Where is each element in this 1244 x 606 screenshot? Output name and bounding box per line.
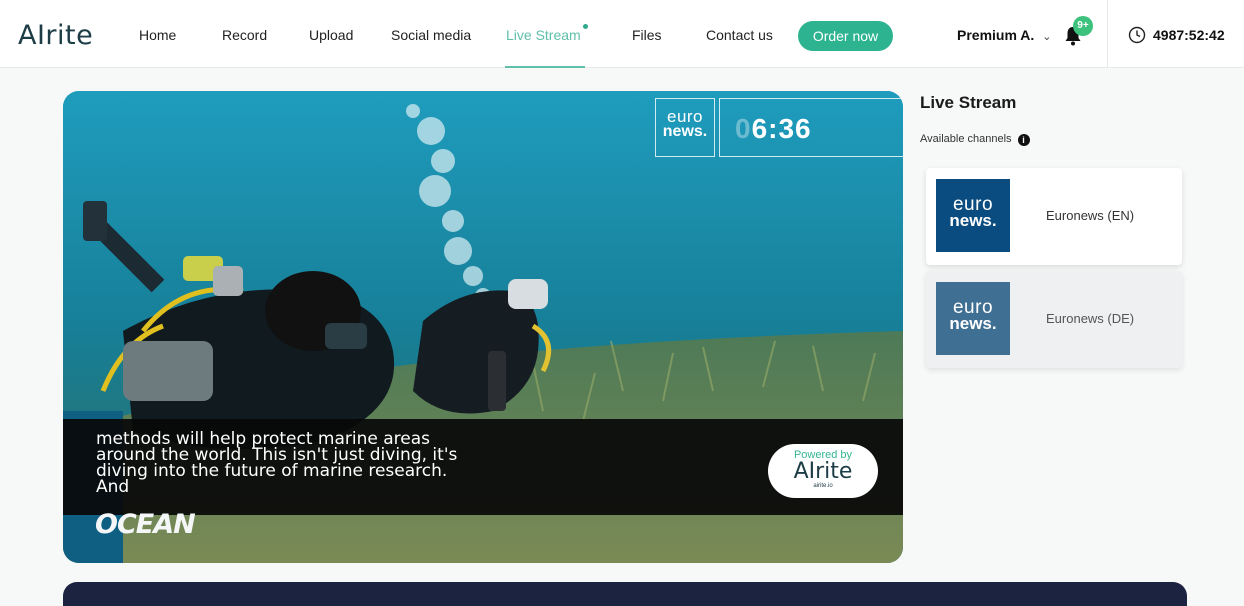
euronews-watermark: euro news. [655, 98, 715, 157]
available-channels-text: Available channels [920, 133, 1012, 145]
airite-logo[interactable]: AIrite [18, 20, 93, 51]
nav-live-stream-label: Live Stream [506, 27, 581, 43]
powered-by-url: airite.io [813, 483, 833, 489]
channel-name: Euronews (DE) [1046, 311, 1135, 326]
account-menu[interactable]: Premium A. ⌄ [957, 27, 1052, 43]
broadcast-clock-box: 06:36 [719, 98, 903, 157]
powered-by-badge[interactable]: Powered by AIrite airite.io [768, 444, 878, 498]
ocean-overlay-text: OCEAN [95, 509, 196, 540]
live-subtitles: methods will help protect marine areas a… [96, 431, 536, 497]
nav-home[interactable]: Home [139, 27, 176, 43]
nav-files[interactable]: Files [632, 27, 662, 43]
subtitle-line: And [96, 477, 130, 497]
nav-live-stream[interactable]: Live Stream [506, 24, 588, 43]
channel-name: Euronews (EN) [1046, 208, 1135, 223]
euronews-logo-thumbnail: euro news. [936, 282, 1010, 355]
nav-upload[interactable]: Upload [309, 27, 353, 43]
bottom-panel [63, 582, 1187, 606]
clock-icon [1128, 26, 1146, 44]
euronews-logo-thumbnail: euro news. [936, 179, 1010, 252]
channel-card-euronews-en[interactable]: euro news. Euronews (EN) [926, 168, 1182, 265]
watermark-line-1: euro [666, 107, 704, 126]
order-now-button[interactable]: Order now [798, 21, 893, 51]
top-navigation: AIrite Home Record Upload Social media L… [0, 0, 1244, 68]
chevron-down-icon: ⌄ [1042, 31, 1052, 43]
subtitle-line: diving into the future of marine researc… [96, 461, 448, 481]
live-indicator-dot [582, 24, 588, 29]
nav-social-media[interactable]: Social media [391, 27, 471, 43]
account-name: Premium A. [957, 27, 1035, 43]
nav-record[interactable]: Record [222, 27, 267, 43]
live-stream-title: Live Stream [920, 93, 1017, 112]
thumb-line-2: news. [949, 314, 997, 333]
powered-by-logo: AIrite [793, 459, 853, 484]
info-icon[interactable]: i [1017, 134, 1030, 146]
active-tab-underline [505, 66, 585, 68]
usage-timer: 4987:52:42 [1153, 27, 1225, 43]
live-video-player[interactable]: euro news. 06:36 methods will help prote… [63, 91, 903, 563]
thumb-line-2: news. [949, 211, 997, 230]
watermark-line-2: news. [662, 123, 708, 140]
nav-contact-us[interactable]: Contact us [706, 27, 773, 43]
broadcast-clock-time: 6:36 [751, 113, 812, 144]
channel-card-euronews-de[interactable]: euro news. Euronews (DE) [926, 271, 1182, 368]
broadcast-clock-faded-digit: 0 [735, 113, 752, 144]
broadcast-clock: 06:36 [735, 113, 812, 145]
available-channels-label: Available channels i [920, 133, 1030, 146]
subtitle-bar: methods will help protect marine areas a… [63, 419, 903, 515]
nav-divider [1107, 0, 1108, 68]
notification-badge: 9+ [1073, 16, 1093, 36]
